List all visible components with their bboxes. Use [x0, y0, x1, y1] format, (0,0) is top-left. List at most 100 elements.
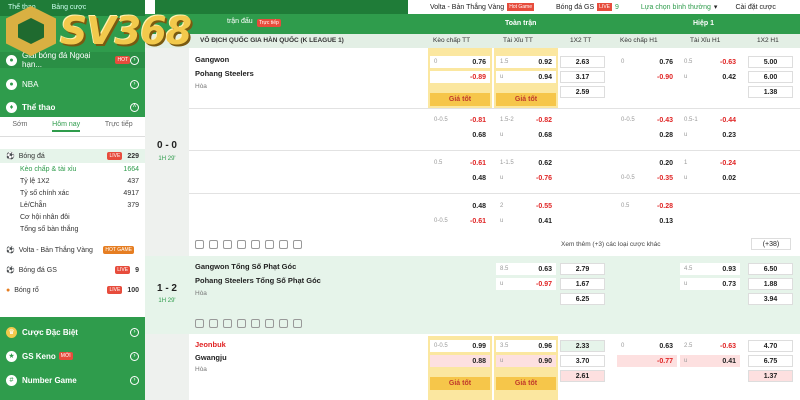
odds-cell[interactable]: 6.75: [748, 355, 793, 367]
odds-cell[interactable]: 1.5 0.92: [496, 56, 556, 68]
odds-cell[interactable]: 2.5 -0.63: [680, 340, 740, 352]
odds-cell[interactable]: 0 0.76: [430, 56, 490, 68]
best-price-button[interactable]: Giá tốt: [496, 93, 556, 106]
odds-cell[interactable]: u 0.94: [496, 71, 556, 83]
sub-1x2[interactable]: Tỷ lệ 1X2 437: [0, 175, 145, 187]
odds-cell[interactable]: 2.79: [560, 263, 605, 275]
tv-icon[interactable]: [237, 240, 246, 249]
odds-cell[interactable]: 3.94: [748, 293, 793, 305]
odds-cell[interactable]: 1 -0.24: [680, 157, 740, 169]
odds-cell[interactable]: 2.63: [560, 56, 605, 68]
odds-cell[interactable]: -0.89: [430, 71, 490, 83]
odds-cell[interactable]: 0-0.5 -0.61: [430, 215, 490, 227]
odds-cell[interactable]: 1.37: [748, 370, 793, 382]
sport-soccer-gs[interactable]: ⚽ Bóng đá GS LIVE 9: [0, 263, 145, 277]
star-icon[interactable]: [195, 240, 204, 249]
odds-cell[interactable]: 1.88: [748, 278, 793, 290]
odds-cell[interactable]: u -0.76: [496, 172, 556, 184]
sidebar-item-nba[interactable]: ● NBA ›: [0, 76, 145, 92]
odds-cell[interactable]: -0.77: [617, 355, 677, 367]
odds-cell[interactable]: 1.5-2 -0.82: [496, 114, 556, 126]
odds-cell[interactable]: 0.5-1 -0.44: [680, 114, 740, 126]
header-volta[interactable]: Volta - Bản Thắng Vàng: [430, 4, 504, 11]
fire-icon[interactable]: [293, 319, 302, 328]
odds-cell[interactable]: 6.50: [748, 263, 793, 275]
clock-icon[interactable]: [279, 240, 288, 249]
odds-cell[interactable]: 0-0.5 -0.43: [617, 114, 677, 126]
sport-soccer[interactable]: ⚽ Bóng đá LIVE 229: [0, 149, 145, 163]
odds-cell[interactable]: 0.28: [617, 129, 677, 141]
odds-cell[interactable]: 0-0.5 -0.35: [617, 172, 677, 184]
header-soccer-gs[interactable]: Bóng đá GS: [556, 4, 594, 11]
tab-today[interactable]: Hôm nay: [52, 121, 81, 132]
odds-cell[interactable]: u -0.97: [496, 278, 556, 290]
eye-icon[interactable]: [223, 240, 232, 249]
stats-icon[interactable]: [209, 240, 218, 249]
odds-cell[interactable]: u 0.90: [496, 355, 556, 367]
odds-cell[interactable]: 2 -0.55: [496, 200, 556, 212]
odds-cell[interactable]: 0-0.5 -0.81: [430, 114, 490, 126]
odds-cell[interactable]: 3.17: [560, 71, 605, 83]
odds-cell[interactable]: 2.59: [560, 86, 605, 98]
clock-icon[interactable]: [279, 319, 288, 328]
sub-correct-score[interactable]: Tỷ số chính xác 4917: [0, 187, 145, 199]
odds-cell[interactable]: 6.00: [748, 71, 793, 83]
sidebar-item-special-bets[interactable]: ♛ Cược Đặc Biệt ›: [0, 324, 145, 340]
odds-cell[interactable]: 0.5 -0.61: [430, 157, 490, 169]
odds-cell[interactable]: 0.5 -0.28: [617, 200, 677, 212]
stats-icon[interactable]: [209, 319, 218, 328]
bet-settings-button[interactable]: Cài đặt cược: [735, 4, 775, 11]
fire-icon[interactable]: [293, 240, 302, 249]
selection-dropdown[interactable]: Lựa chọn bình thường: [641, 4, 711, 11]
tab-live[interactable]: Trực tiếp: [105, 121, 133, 132]
sidebar-item-sports[interactable]: ♦ Thể thao ˄: [0, 99, 145, 115]
odds-cell[interactable]: u 0.68: [496, 129, 556, 141]
more-bets-link[interactable]: Xem thêm (+3) các loại cược khác: [561, 241, 660, 248]
chart-icon[interactable]: [251, 319, 260, 328]
odds-cell[interactable]: 0.20: [617, 157, 677, 169]
sidebar-item-gs-keno[interactable]: ★ GS Keno MỚI ›: [0, 348, 145, 364]
eye-icon[interactable]: [223, 319, 232, 328]
odds-cell[interactable]: 2.61: [560, 370, 605, 382]
tv-icon[interactable]: [237, 319, 246, 328]
odds-cell[interactable]: u 0.41: [496, 215, 556, 227]
star-icon[interactable]: [195, 319, 204, 328]
odds-cell[interactable]: 0.88: [430, 355, 490, 367]
odds-cell[interactable]: 3.5 0.96: [496, 340, 556, 352]
sidebar-item-number-game[interactable]: # Number Game ›: [0, 372, 145, 388]
odds-cell[interactable]: u 0.02: [680, 172, 740, 184]
sub-handicap-ou[interactable]: Kèo chấp & tài xỉu 1664: [0, 163, 145, 175]
odds-cell[interactable]: 4.70: [748, 340, 793, 352]
sport-basketball[interactable]: ● Bóng rổ LIVE 100: [0, 283, 145, 297]
tab-early[interactable]: Sớm: [12, 121, 27, 132]
odds-cell[interactable]: u 0.73: [680, 278, 740, 290]
odds-cell[interactable]: 4.5 0.93: [680, 263, 740, 275]
sound-icon[interactable]: [265, 319, 274, 328]
odds-cell[interactable]: 1-1.5 0.62: [496, 157, 556, 169]
odds-cell[interactable]: 0.5 -0.63: [680, 56, 740, 68]
odds-cell[interactable]: 1.67: [560, 278, 605, 290]
best-price-button[interactable]: Giá tốt: [496, 377, 556, 390]
odds-cell[interactable]: 2.33: [560, 340, 605, 352]
odds-cell[interactable]: 0-0.5 0.99: [430, 340, 490, 352]
odds-cell[interactable]: -0.90: [617, 71, 677, 83]
odds-cell[interactable]: 5.00: [748, 56, 793, 68]
odds-cell[interactable]: 0 0.76: [617, 56, 677, 68]
odds-cell[interactable]: u 0.41: [680, 355, 740, 367]
odds-cell[interactable]: 0.48: [430, 172, 490, 184]
sub-odd-even[interactable]: Lẻ/Chẵn 379: [0, 199, 145, 211]
odds-cell[interactable]: 0.13: [617, 215, 677, 227]
chart-icon[interactable]: [251, 240, 260, 249]
odds-cell[interactable]: 0.68: [430, 129, 490, 141]
odds-cell[interactable]: u 0.23: [680, 129, 740, 141]
odds-cell[interactable]: 6.25: [560, 293, 605, 305]
sub-total-goals[interactable]: Tổng số bàn thắng: [0, 223, 145, 235]
odds-cell[interactable]: 3.70: [560, 355, 605, 367]
best-price-button[interactable]: Giá tốt: [430, 93, 490, 106]
sport-volta[interactable]: ⚽ Volta - Bản Thắng Vàng HOT GAME: [0, 243, 145, 257]
odds-cell[interactable]: 0 0.63: [617, 340, 677, 352]
odds-cell[interactable]: 0.48: [430, 200, 490, 212]
sub-double-chance[interactable]: Cơ hội nhân đôi: [0, 211, 145, 223]
site-logo[interactable]: SV368: [0, 0, 220, 62]
odds-cell[interactable]: 1.38: [748, 86, 793, 98]
